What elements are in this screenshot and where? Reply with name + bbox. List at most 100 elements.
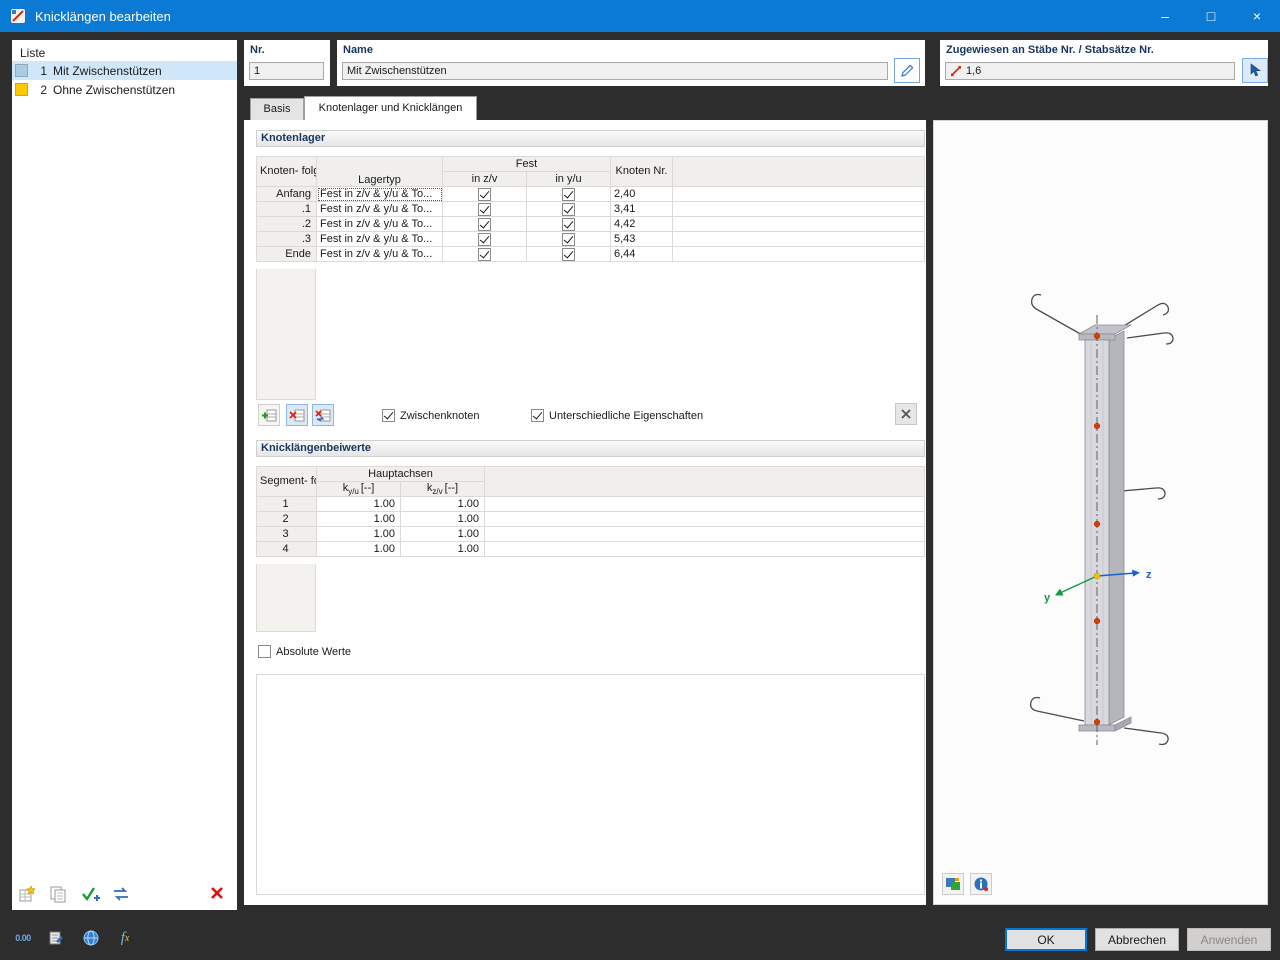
viewport-panel[interactable]: z y — [933, 120, 1268, 905]
fest-zv-checkbox[interactable] — [478, 203, 491, 216]
support-hook — [1124, 728, 1168, 745]
knoten-cell[interactable]: 3,41 — [611, 202, 673, 217]
app-icon — [10, 8, 26, 24]
detail-area — [256, 674, 925, 895]
assigned-members-field[interactable]: 1,6 — [945, 62, 1235, 80]
select-arrow-icon — [1248, 63, 1262, 78]
ky-cell[interactable]: 1.00 — [317, 542, 401, 557]
z-axis-label: z — [1146, 569, 1152, 581]
nr-input[interactable] — [249, 62, 324, 80]
lagertyp-cell[interactable]: Fest in z/v & y/u & To... — [317, 202, 443, 217]
kz-cell[interactable]: 1.00 — [401, 512, 485, 527]
table-row: .3 Fest in z/v & y/u & To... 5,43 — [257, 232, 925, 247]
absolute-werte-checkbox[interactable]: Absolute Werte — [258, 644, 351, 658]
col-header-kz: kz/v[--] — [401, 482, 485, 497]
list-item-label: Ohne Zwischenstützen — [53, 83, 175, 97]
node-dot — [1094, 521, 1100, 527]
unterschiedliche-eigenschaften-checkbox[interactable]: Unterschiedliche Eigenschaften — [531, 408, 703, 422]
render-settings-button[interactable] — [942, 873, 964, 895]
knoten-cell[interactable]: 4,42 — [611, 217, 673, 232]
numbering-button[interactable] — [44, 926, 70, 950]
color-swatch — [15, 64, 28, 77]
fest-yu-checkbox[interactable] — [562, 203, 575, 216]
fest-yu-checkbox[interactable] — [562, 233, 575, 246]
fest-zv-checkbox[interactable] — [478, 233, 491, 246]
delete-all-rows-icon — [315, 407, 332, 424]
ok-button[interactable]: OK — [1005, 928, 1087, 951]
list-item-label: Mit Zwischenstützen — [53, 64, 162, 78]
checkbox-box[interactable] — [382, 409, 395, 422]
formula-button[interactable]: fx — [112, 926, 138, 950]
checkbox-box[interactable] — [531, 409, 544, 422]
edit-name-button[interactable] — [894, 58, 920, 83]
kz-cell[interactable]: 1.00 — [401, 527, 485, 542]
select-check-button[interactable] — [80, 884, 102, 907]
tab-knotenlager[interactable]: Knotenlager und Knicklängen — [304, 96, 477, 120]
lagertyp-cell[interactable]: Fest in z/v & y/u & To... — [317, 247, 443, 262]
ky-cell[interactable]: 1.00 — [317, 527, 401, 542]
fest-zv-checkbox[interactable] — [478, 218, 491, 231]
origin-dot — [1094, 573, 1100, 579]
lagertyp-cell[interactable]: Fest in z/v & y/u & To... — [317, 187, 443, 202]
numbering-icon — [48, 929, 66, 947]
pencil-icon — [900, 64, 914, 78]
close-button[interactable]: × — [1234, 0, 1280, 32]
insert-row-button[interactable] — [258, 404, 280, 426]
list-item[interactable]: 1 Mit Zwischenstützen — [12, 61, 237, 80]
ky-cell[interactable]: 1.00 — [317, 512, 401, 527]
kz-cell[interactable]: 1.00 — [401, 542, 485, 557]
kz-cell[interactable]: 1.00 — [401, 497, 485, 512]
table-row: Anfang Fest in z/v & y/u & To... 2,40 — [257, 187, 925, 202]
decimal-format-button[interactable]: 0.00 — [10, 926, 36, 950]
fest-yu-checkbox[interactable] — [562, 218, 575, 231]
select-members-button[interactable] — [1242, 58, 1268, 83]
apply-button: Anwenden — [1187, 928, 1271, 951]
delete-row-icon — [289, 407, 306, 424]
knoten-cell[interactable]: 5,43 — [611, 232, 673, 247]
fest-zv-checkbox[interactable] — [478, 248, 491, 261]
delete-entry-button[interactable] — [208, 884, 226, 905]
ky-cell[interactable]: 1.00 — [317, 497, 401, 512]
knoten-cell[interactable]: 2,40 — [611, 187, 673, 202]
column-side-face — [1109, 331, 1124, 725]
maximize-button[interactable]: □ — [1188, 0, 1234, 32]
delete-all-rows-button[interactable] — [312, 404, 334, 426]
list-panel: Liste 1 Mit Zwischenstützen 2 Ohne Zwisc… — [12, 40, 237, 910]
info-icon — [973, 876, 989, 892]
cancel-button[interactable]: Abbrechen — [1095, 928, 1179, 951]
fest-zv-cell — [443, 187, 527, 202]
object-info-button[interactable] — [970, 873, 992, 895]
new-entry-button[interactable] — [18, 884, 38, 907]
delete-row-button[interactable] — [286, 404, 308, 426]
main-panel: Knotenlager Knoten- folge Nr. Lagertyp F… — [244, 120, 926, 905]
color-swatch — [15, 83, 28, 96]
fest-zv-checkbox[interactable] — [478, 188, 491, 201]
col-header-knotenfolge: Knoten- folge Nr. — [257, 157, 317, 187]
col-header-filler — [673, 157, 925, 187]
row-header-strip — [256, 564, 316, 632]
checkbox-box[interactable] — [258, 645, 271, 658]
knotenlager-table: Knoten- folge Nr. Lagertyp Fest Knoten N… — [256, 156, 925, 262]
knoten-cell[interactable]: 6,44 — [611, 247, 673, 262]
col-header-in-yu: in y/u — [527, 172, 611, 187]
minimize-button[interactable]: – — [1142, 0, 1188, 32]
fest-yu-cell — [527, 187, 611, 202]
node-dot — [1094, 719, 1100, 725]
list-item[interactable]: 2 Ohne Zwischenstützen — [12, 80, 237, 99]
fest-yu-checkbox[interactable] — [562, 188, 575, 201]
lagertyp-cell[interactable]: Fest in z/v & y/u & To... — [317, 217, 443, 232]
y-axis-label: y — [1044, 592, 1051, 604]
clear-table-button[interactable] — [895, 403, 917, 425]
lagertyp-cell[interactable]: Fest in z/v & y/u & To... — [317, 232, 443, 247]
table-row: 3 1.00 1.00 — [257, 527, 925, 542]
reorder-entries-button[interactable] — [110, 884, 132, 907]
tab-basis[interactable]: Basis — [250, 98, 304, 120]
titlebar: Knicklängen bearbeiten – □ × — [0, 0, 1280, 32]
fest-yu-checkbox[interactable] — [562, 248, 575, 261]
name-input[interactable] — [342, 62, 888, 80]
nr-label: Nr. — [250, 44, 265, 56]
copy-entry-button[interactable] — [48, 884, 68, 907]
zwischenknoten-checkbox[interactable]: Zwischenknoten — [382, 408, 480, 422]
member-icon — [950, 65, 962, 77]
units-globe-button[interactable] — [78, 926, 104, 950]
